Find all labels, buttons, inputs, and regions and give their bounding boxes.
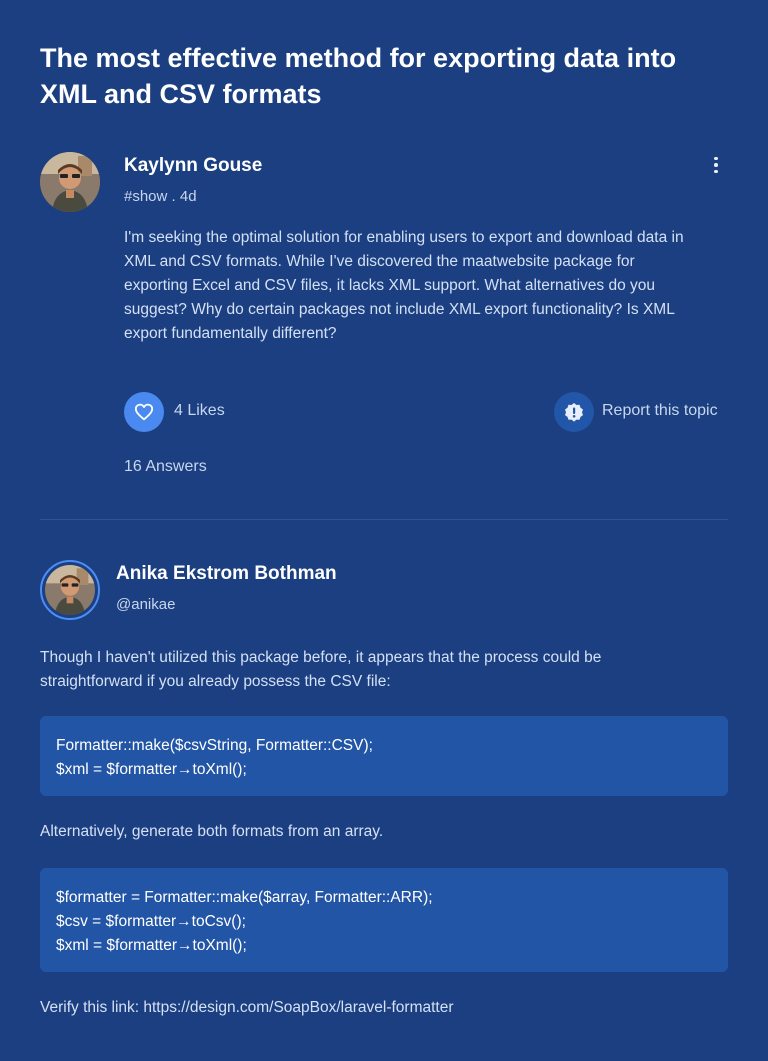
- user-avatar-icon: [40, 152, 100, 212]
- answer-author-handle: @anikae: [116, 596, 176, 613]
- more-options-button[interactable]: [706, 150, 726, 180]
- code-line: $xml = $formatter→toXml();: [56, 937, 247, 954]
- author-avatar[interactable]: [40, 152, 100, 212]
- alert-icon: [565, 403, 583, 422]
- user-avatar-icon: [45, 565, 95, 615]
- code-line: $xml = $formatter→toXml();: [56, 761, 247, 778]
- answer-author-name[interactable]: Anika Ekstrom Bothman: [116, 563, 337, 585]
- code-block: $formatter = Formatter::make($array, For…: [40, 868, 728, 972]
- code-block: Formatter::make($csvString, Formatter::C…: [40, 716, 728, 796]
- more-vertical-icon: [714, 156, 718, 161]
- topic-meta: #show . 4d: [124, 188, 197, 205]
- code-line: Formatter::make($csvString, Formatter::C…: [56, 737, 373, 754]
- topic-body: I'm seeking the optimal solution for ena…: [124, 229, 684, 342]
- author-name[interactable]: Kaylynn Gouse: [124, 155, 262, 177]
- divider: [40, 519, 728, 520]
- heart-icon: [134, 403, 154, 421]
- answer-author-avatar[interactable]: [40, 560, 100, 620]
- answer-middle-text: Alternatively, generate both formats fro…: [40, 823, 384, 840]
- topic-title: The most effective method for exporting …: [40, 43, 677, 109]
- answer-intro: Though I haven't utilized this package b…: [40, 649, 602, 690]
- answer-link-text[interactable]: Verify this link: https://design.com/Soa…: [40, 996, 728, 1020]
- likes-count: 4 Likes: [174, 402, 225, 419]
- code-line: $formatter = Formatter::make($array, For…: [56, 889, 433, 906]
- report-topic-link[interactable]: Report this topic: [602, 402, 718, 420]
- answers-count: 16 Answers: [124, 458, 207, 475]
- code-line: $csv = $formatter→toCsv();: [56, 913, 246, 930]
- like-button[interactable]: [124, 392, 164, 432]
- report-icon-button[interactable]: [554, 392, 594, 432]
